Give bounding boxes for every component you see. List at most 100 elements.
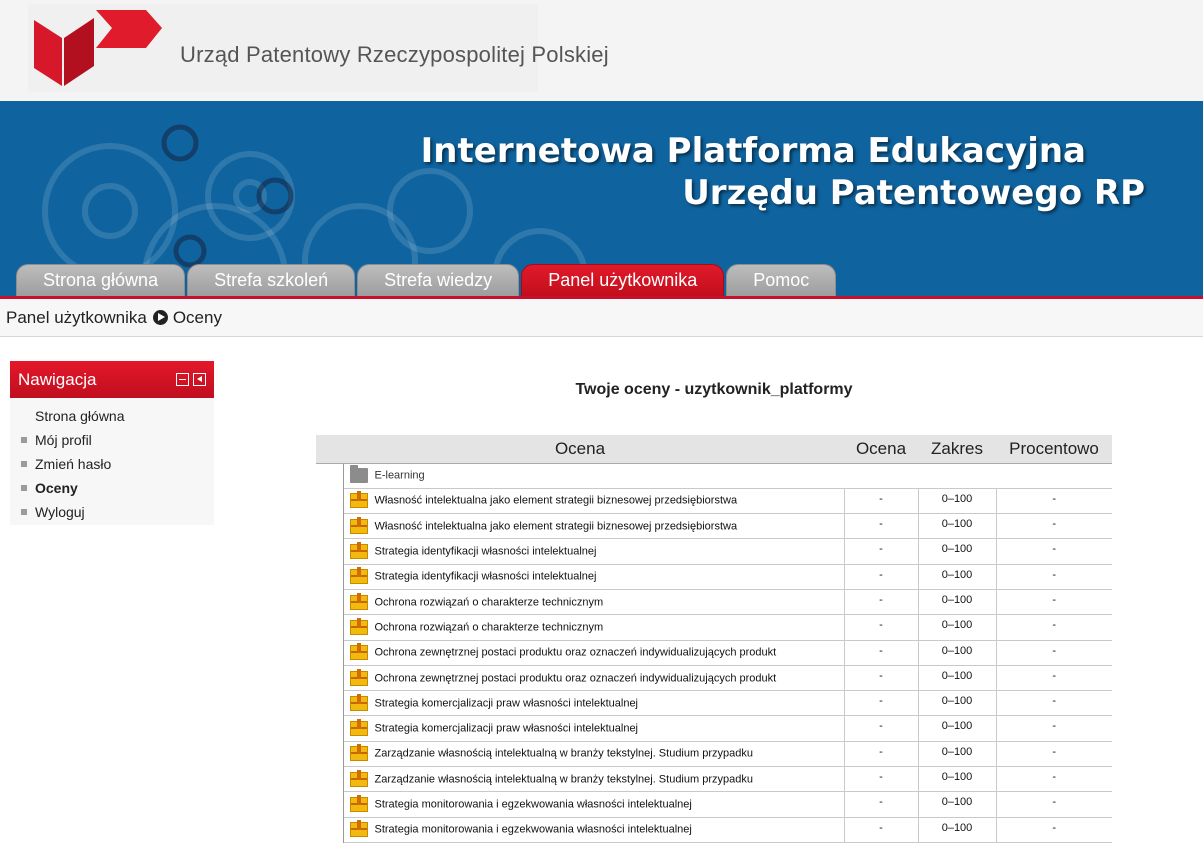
percent-cell: - [995,589,1112,616]
indent-cell [316,463,344,489]
column-header-range: Zakres [918,435,996,464]
grade-item-cell: Ochrona zewnętrznej postaci produktu ora… [343,640,844,666]
grade-item-link[interactable]: Własność intelektualna jako element stra… [375,495,738,507]
table-row: Zarządzanie własnością intelektualną w b… [316,766,1112,793]
grade-item-link[interactable]: Zarządzanie własnością intelektualną w b… [375,748,753,760]
percent-cell: - [995,817,1112,843]
grade-cell: - [843,690,918,717]
grade-item-link[interactable]: Strategia komercjalizacji praw własności… [375,697,639,709]
tab-strefa-wiedzy[interactable]: Strefa wiedzy [357,264,520,296]
nav-item-strona-glowna[interactable]: Strona główna [10,404,214,428]
range-cell: 0–100 [917,665,996,692]
nav-item-label: Wyloguj [35,504,85,520]
tab-pomoc[interactable]: Pomoc [726,264,837,296]
grade-item-link[interactable]: Strategia monitorowania i egzekwowania w… [375,824,692,836]
category-name: E-learning [374,469,425,482]
grade-item-link[interactable]: Ochrona zewnętrznej postaci produktu ora… [375,647,777,659]
grade-item-link[interactable]: Ochrona zewnętrznej postaci produktu ora… [375,672,777,684]
grade-item-link[interactable]: Strategia identyfikacji własności intele… [375,545,597,557]
nav-item-oceny[interactable]: Oceny [10,476,214,500]
quiz-icon [349,542,368,560]
grade-cell: - [843,715,918,742]
indent-cell [316,766,344,792]
range-cell: 0–100 [917,690,996,717]
range-cell: 0–100 [917,741,996,768]
indent-cell [316,513,344,539]
grade-item-cell: Własność intelektualna jako element stra… [343,488,844,515]
minimize-icon[interactable] [176,373,189,386]
banner-title-line-1: Internetowa Platforma Edukacyjna [420,131,1086,171]
breadcrumb-item-panel[interactable]: Panel użytkownika [6,308,147,328]
table-row: Strategia monitorowania i egzekwowania w… [316,817,1112,843]
page-title: Twoje oceny - uzytkownik_platformy [575,381,853,398]
grade-cell: - [843,766,918,793]
grade-item-link[interactable]: Strategia monitorowania i egzekwowania w… [375,798,692,810]
tab-strefa-szkolen[interactable]: Strefa szkoleń [187,264,356,296]
grade-cell: - [843,513,918,540]
grade-item-link[interactable]: Ochrona rozwiązań o charakterze technicz… [375,621,604,633]
nav-item-label: Strona główna [35,408,125,424]
nav-item-wyloguj[interactable]: Wyloguj [10,500,214,524]
percent-cell: - [995,715,1112,742]
range-cell: 0–100 [917,513,996,540]
indent-cell [316,817,344,843]
grade-item-link[interactable]: Zarządzanie własnością intelektualną w b… [375,773,753,785]
table-row: Strategia komercjalizacji praw własności… [316,690,1112,717]
nav-item-label: Zmień hasło [35,456,112,472]
indent-cell [316,665,344,691]
nav-item-label: Oceny [35,480,78,496]
quiz-icon [349,744,368,762]
upr-logo[interactable] [34,8,162,88]
table-row: Własność intelektualna jako element stra… [316,513,1112,540]
grade-item-cell: Strategia identyfikacji własności intele… [343,564,844,590]
grade-item-cell: Strategia monitorowania i egzekwowania w… [343,817,844,843]
table-row: Ochrona rozwiązań o charakterze technicz… [316,589,1112,616]
grade-item-cell: Ochrona rozwiązań o charakterze technicz… [343,614,844,641]
tab-panel-uzytkownika[interactable]: Panel użytkownika [521,264,725,296]
breadcrumb-item-oceny: Oceny [172,307,222,327]
range-cell: 0–100 [917,488,996,515]
grade-item-link[interactable]: Strategia komercjalizacji praw własności… [375,723,639,735]
column-header-grade: Ocena [844,435,918,464]
grade-item-link[interactable]: Własność intelektualna jako element stra… [375,520,738,532]
range-cell: 0–100 [917,538,996,565]
table-row: Ochrona zewnętrznej postaci produktu ora… [316,640,1112,666]
grades-table: Ocena Ocena Zakres Procentowo E-learning… [316,435,1112,843]
range-cell: 0–100 [917,766,996,793]
banner-title-line-2: Urzędu Patentowego RP [682,173,1145,213]
navigation-block: Nawigacja Strona główna Mój profil Zmień… [10,361,214,525]
indent-cell [316,741,344,767]
percent-cell: - [995,741,1112,768]
table-header-row: Ocena Ocena Zakres Procentowo [316,435,1112,464]
table-row: Strategia identyfikacji własności intele… [316,538,1112,565]
nav-item-zmien-haslo[interactable]: Zmień hasło [10,452,214,476]
grade-item-link[interactable]: Strategia identyfikacji własności intele… [375,571,597,583]
table-row: Ochrona rozwiązań o charakterze technicz… [316,614,1112,641]
percent-cell: - [995,564,1112,590]
range-cell: 0–100 [917,817,996,843]
range-cell: 0–100 [917,589,996,616]
grade-item-cell: Strategia identyfikacji własności intele… [343,538,844,565]
nav-item-moj-profil[interactable]: Mój profil [10,428,214,452]
table-row: Strategia monitorowania i egzekwowania w… [316,791,1112,818]
grade-cell: - [843,640,918,666]
grade-cell: - [843,614,918,641]
percent-cell: - [995,640,1112,666]
range-cell: 0–100 [917,614,996,641]
grade-item-cell: Zarządzanie własnością intelektualną w b… [343,741,844,768]
grade-item-cell: Zarządzanie własnością intelektualną w b… [343,766,844,793]
bullet-icon [21,485,27,491]
breadcrumb: Panel użytkownika Oceny [0,299,1203,337]
grade-cell: - [843,817,918,843]
category-row: E-learning [316,463,1112,489]
org-name: Urząd Patentowy Rzeczypospolitej Polskie… [180,42,609,67]
grade-item-cell: Własność intelektualna jako element stra… [343,513,844,540]
quiz-icon [349,567,368,585]
grade-cell: - [843,741,918,768]
folder-icon [349,465,368,484]
nav-item-label: Mój profil [35,432,92,448]
grade-item-link[interactable]: Ochrona rozwiązań o charakterze technicz… [375,596,604,608]
tab-strona-glowna[interactable]: Strona główna [16,264,186,296]
dock-icon[interactable] [193,373,206,386]
table-row: Ochrona zewnętrznej postaci produktu ora… [316,665,1112,692]
